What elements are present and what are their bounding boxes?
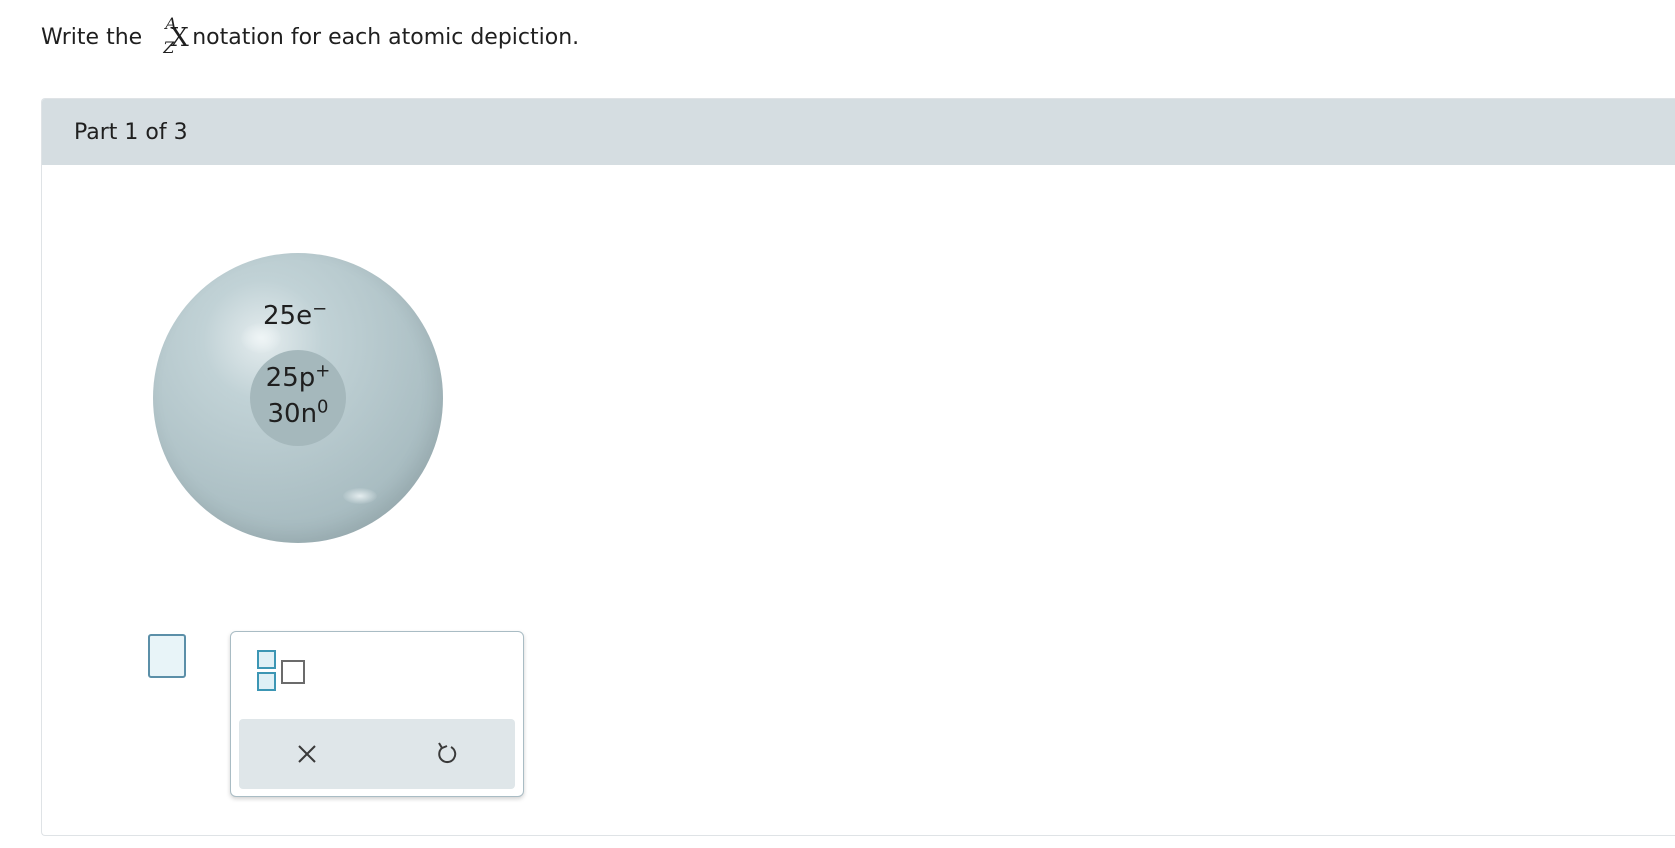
electron-charge: − <box>312 298 328 320</box>
superscript-subscript-template-icon[interactable] <box>257 650 311 696</box>
electron-count-value: 25e <box>263 301 313 331</box>
answer-input[interactable] <box>148 634 186 678</box>
template-superscript-slot <box>257 650 276 669</box>
close-icon <box>298 745 316 763</box>
proton-count-value: 25p <box>265 363 316 393</box>
electron-count: 25e− <box>263 298 328 331</box>
part-header: Part 1 of 3 <box>42 99 1675 165</box>
nucleus: 25p+ 30n0 <box>250 350 346 446</box>
palette-action-bar <box>239 719 515 789</box>
undo-icon <box>438 742 457 764</box>
part-card: Part 1 of 3 25e− 25p+ 30n0 <box>41 98 1675 836</box>
part-label: Part 1 of 3 <box>74 119 188 145</box>
proton-count: 25p+ <box>250 360 346 396</box>
nuclide-notation: A Z X <box>151 14 189 62</box>
math-palette <box>230 631 524 797</box>
neutron-count-value: 30n <box>267 399 318 429</box>
page: Write the A Z X notation for each atomic… <box>0 0 1675 848</box>
prompt-text-before: Write the <box>41 25 143 50</box>
atom-depiction: 25e− 25p+ 30n0 <box>153 253 443 543</box>
undo-button[interactable] <box>427 734 467 774</box>
clear-button[interactable] <box>287 734 327 774</box>
template-base-slot <box>281 660 305 684</box>
neutron-count: 30n0 <box>250 396 346 432</box>
question-prompt: Write the A Z X notation for each atomic… <box>41 14 579 62</box>
neutron-charge: 0 <box>317 396 329 418</box>
template-subscript-slot <box>257 672 276 691</box>
notation-element-symbol: X <box>170 23 189 53</box>
prompt-text-after: notation for each atomic depiction. <box>192 25 580 50</box>
atom-highlight-lower <box>343 488 377 504</box>
proton-charge: + <box>315 360 331 382</box>
